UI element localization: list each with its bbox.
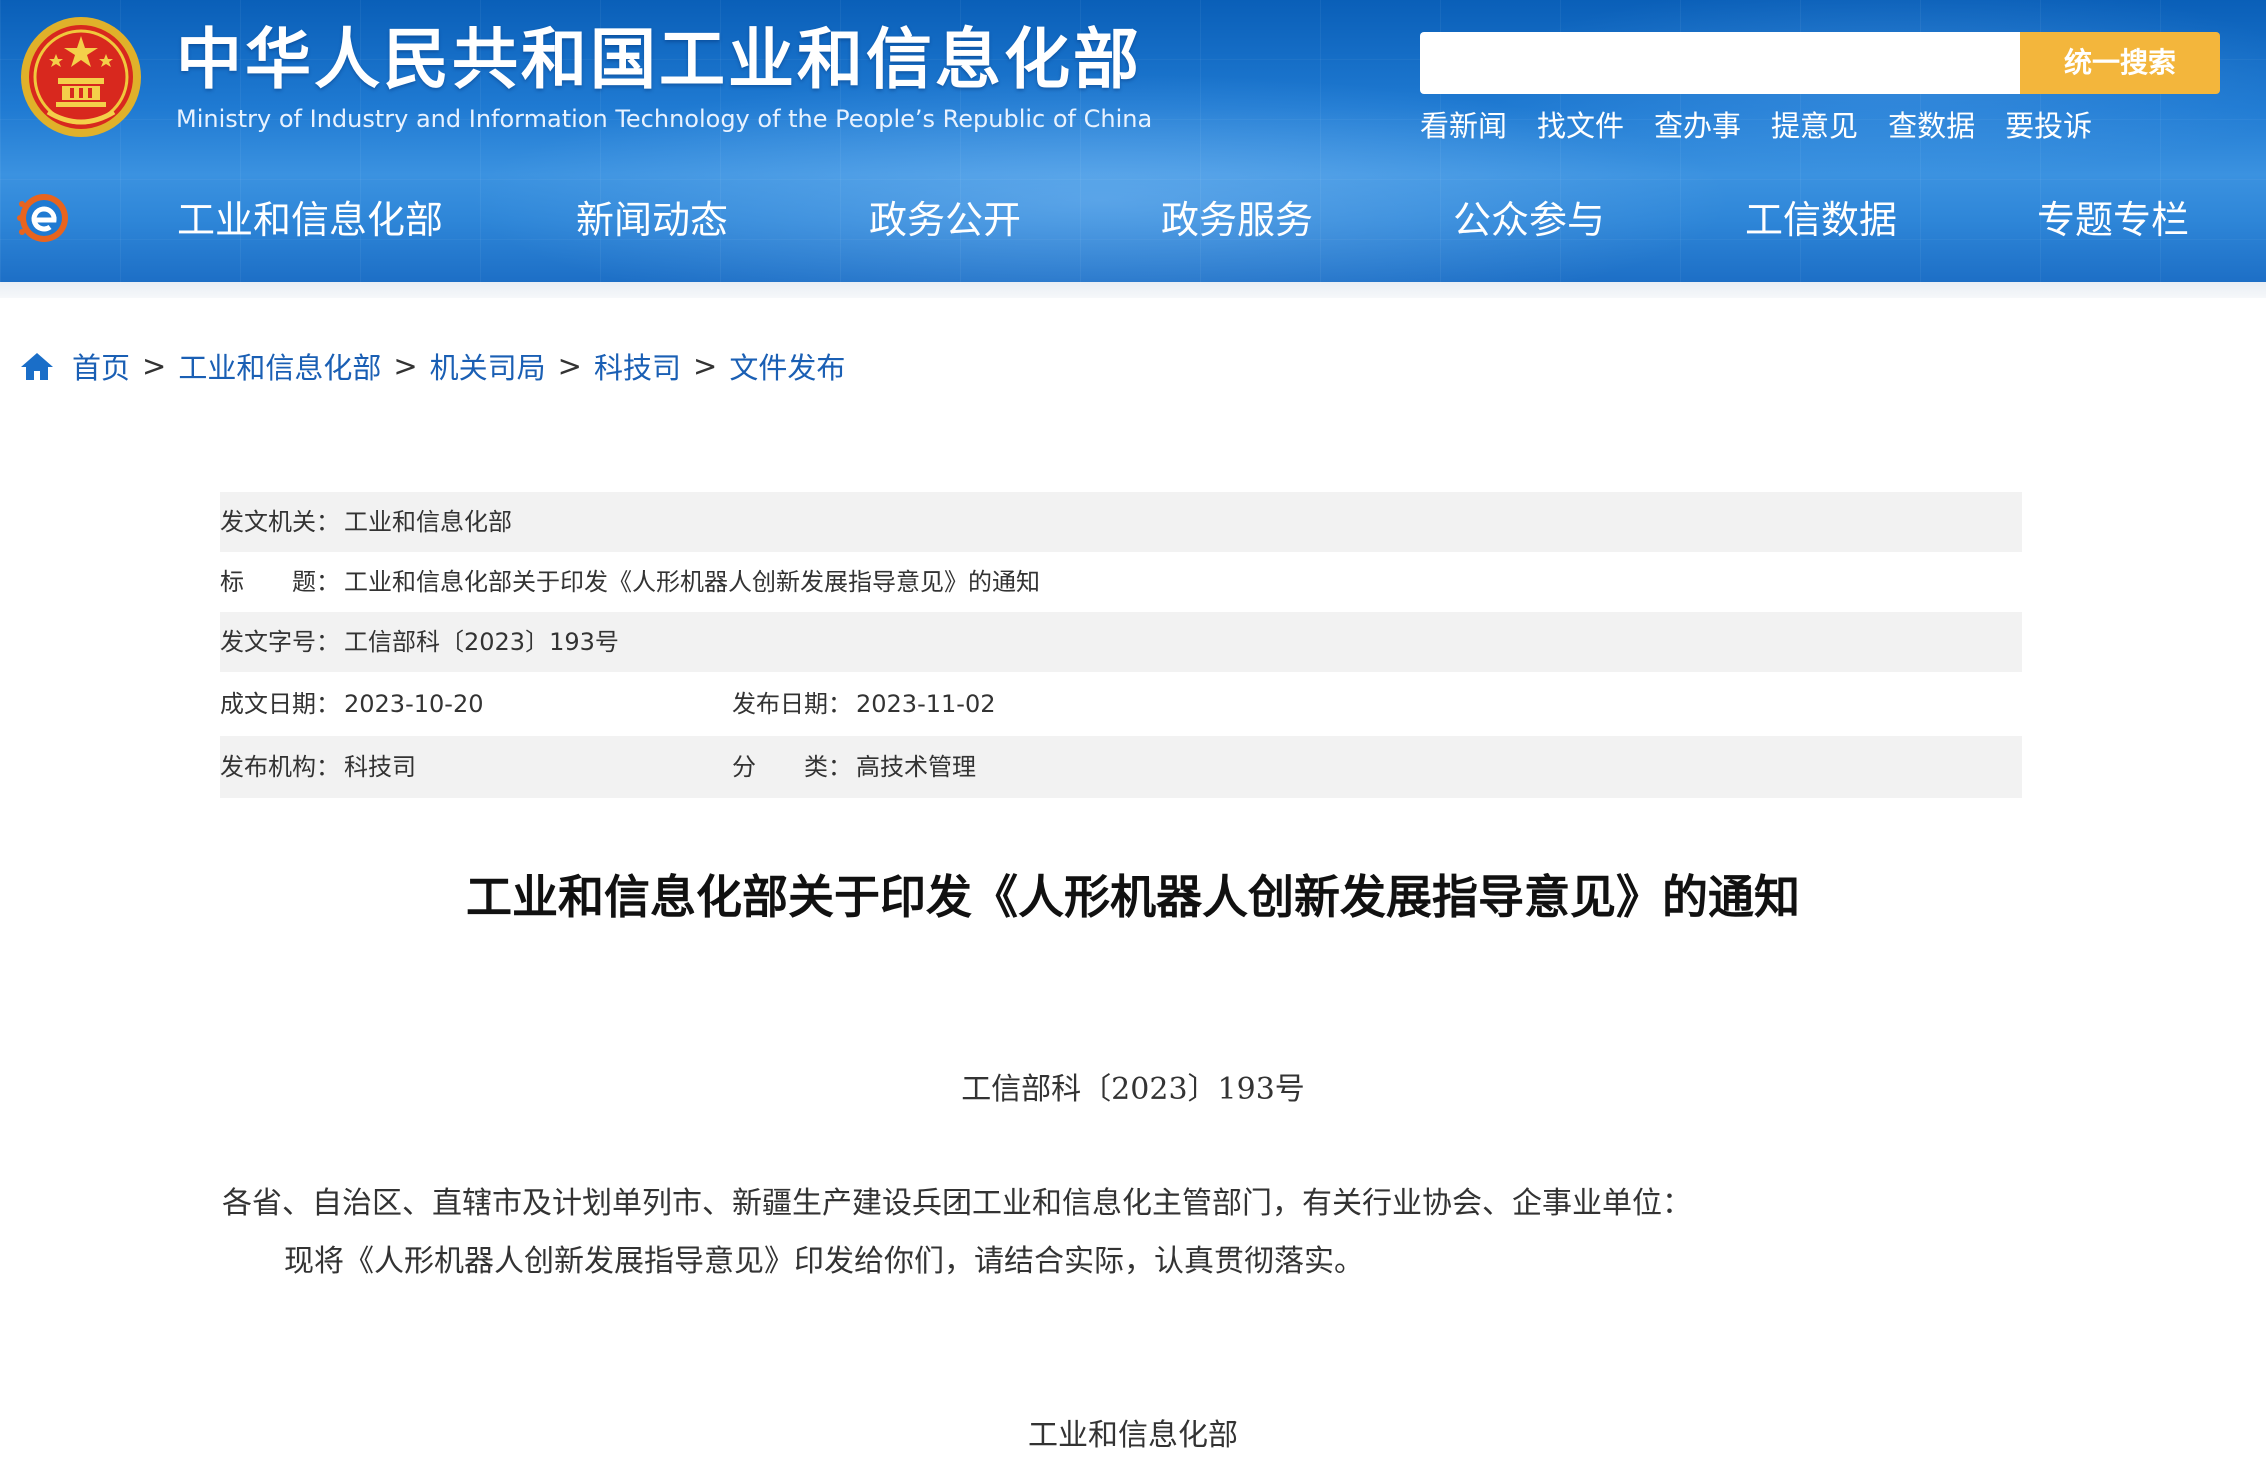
article-signature: 工业和信息化部 xyxy=(1028,1418,1238,1453)
article-body-paragraph: 现将《人形机器人创新发展指导意见》印发给你们，请结合实际，认真贯彻落实。 xyxy=(284,1244,1364,1279)
nav-item-public-participation[interactable]: 公众参与 xyxy=(1453,182,1605,258)
meta-value-title: 工业和信息化部关于印发《人形机器人创新发展指导意见》的通知 xyxy=(344,568,1040,596)
site-header: 中华人民共和国工业和信息化部 Ministry of Industry and … xyxy=(0,0,2266,282)
meta-label: 发文字号： xyxy=(220,628,340,656)
meta-value-issuer: 工业和信息化部 xyxy=(344,508,512,536)
header-divider xyxy=(0,282,2266,298)
meta-label: 标 题： xyxy=(220,568,340,596)
breadcrumb-separator: > xyxy=(142,349,167,383)
main-nav: 工业和信息化部 新闻动态 政务公开 政务服务 公众参与 工信数据 专题专栏 xyxy=(0,182,2266,258)
meta-value-publish-date: 2023-11-02 xyxy=(856,690,996,718)
meta-value-publisher: 科技司 xyxy=(344,753,416,781)
breadcrumb-miit[interactable]: 工业和信息化部 xyxy=(178,345,381,387)
meta-value-written-date: 2023-10-20 xyxy=(344,690,484,718)
breadcrumb-separator: > xyxy=(693,349,718,383)
meta-label: 分 类： xyxy=(732,753,852,781)
quick-link-data[interactable]: 查数据 xyxy=(1888,104,1975,148)
breadcrumb-separator: > xyxy=(557,349,582,383)
nav-item-gov-services[interactable]: 政务服务 xyxy=(1161,182,1313,258)
meta-label: 发文机关： xyxy=(220,508,340,536)
national-emblem-icon[interactable] xyxy=(18,14,144,140)
breadcrumb-science-tech-dept[interactable]: 科技司 xyxy=(594,345,681,387)
meta-value-category: 高技术管理 xyxy=(856,753,976,781)
quick-link-files[interactable]: 找文件 xyxy=(1537,104,1624,148)
article-title: 工业和信息化部关于印发《人形机器人创新发展指导意见》的通知 xyxy=(466,870,1800,924)
meta-value-doc-number: 工信部科〔2023〕193号 xyxy=(344,628,619,656)
article-salutation: 各省、自治区、直辖市及计划单列市、新疆生产建设兵团工业和信息化主管部门，有关行业… xyxy=(222,1186,1692,1221)
breadcrumb: 首页 > 工业和信息化部 > 机关司局 > 科技司 > 文件发布 xyxy=(20,344,845,388)
quick-link-feedback[interactable]: 提意见 xyxy=(1771,104,1858,148)
meta-row-issuer: 发文机关： 工业和信息化部 xyxy=(220,492,2022,552)
article-doc-number: 工信部科〔2023〕193号 xyxy=(961,1072,1305,1107)
nav-item-miit[interactable]: 工业和信息化部 xyxy=(177,182,443,258)
search-button[interactable]: 统一搜索 xyxy=(2020,32,2220,94)
meta-label: 发布机构： xyxy=(220,753,340,781)
quick-link-news[interactable]: 看新闻 xyxy=(1420,104,1507,148)
home-icon[interactable] xyxy=(20,351,54,381)
document-metadata-table: 发文机关： 工业和信息化部 标 题： 工业和信息化部关于印发《人形机器人创新发展… xyxy=(220,492,2022,798)
nav-item-news[interactable]: 新闻动态 xyxy=(576,182,728,258)
nav-item-special-topics[interactable]: 专题专栏 xyxy=(2037,182,2189,258)
search-input[interactable] xyxy=(1420,32,2020,94)
meta-row-doc-number: 发文字号： 工信部科〔2023〕193号 xyxy=(220,612,2022,672)
quick-links: 看新闻 找文件 查办事 提意见 查数据 要投诉 xyxy=(1420,104,2092,148)
breadcrumb-separator: > xyxy=(393,349,418,383)
nav-item-gov-affairs[interactable]: 政务公开 xyxy=(869,182,1021,258)
meta-row-dates: 成文日期： 2023-10-20 发布日期： 2023-11-02 xyxy=(220,672,2022,736)
quick-link-complaint[interactable]: 要投诉 xyxy=(2005,104,2092,148)
meta-label: 发布日期： xyxy=(732,690,852,718)
breadcrumb-departments[interactable]: 机关司局 xyxy=(430,345,546,387)
quick-link-services[interactable]: 查办事 xyxy=(1654,104,1741,148)
site-subtitle-en: Ministry of Industry and Information Tec… xyxy=(176,105,1153,133)
meta-row-publisher: 发布机构： 科技司 分 类： 高技术管理 xyxy=(220,736,2022,798)
breadcrumb-home[interactable]: 首页 xyxy=(72,345,130,387)
meta-row-title: 标 题： 工业和信息化部关于印发《人形机器人创新发展指导意见》的通知 xyxy=(220,552,2022,612)
meta-label: 成文日期： xyxy=(220,690,340,718)
site-title[interactable]: 中华人民共和国工业和信息化部 xyxy=(176,20,1142,100)
nav-item-miit-data[interactable]: 工信数据 xyxy=(1745,182,1897,258)
breadcrumb-doc-release[interactable]: 文件发布 xyxy=(729,345,845,387)
